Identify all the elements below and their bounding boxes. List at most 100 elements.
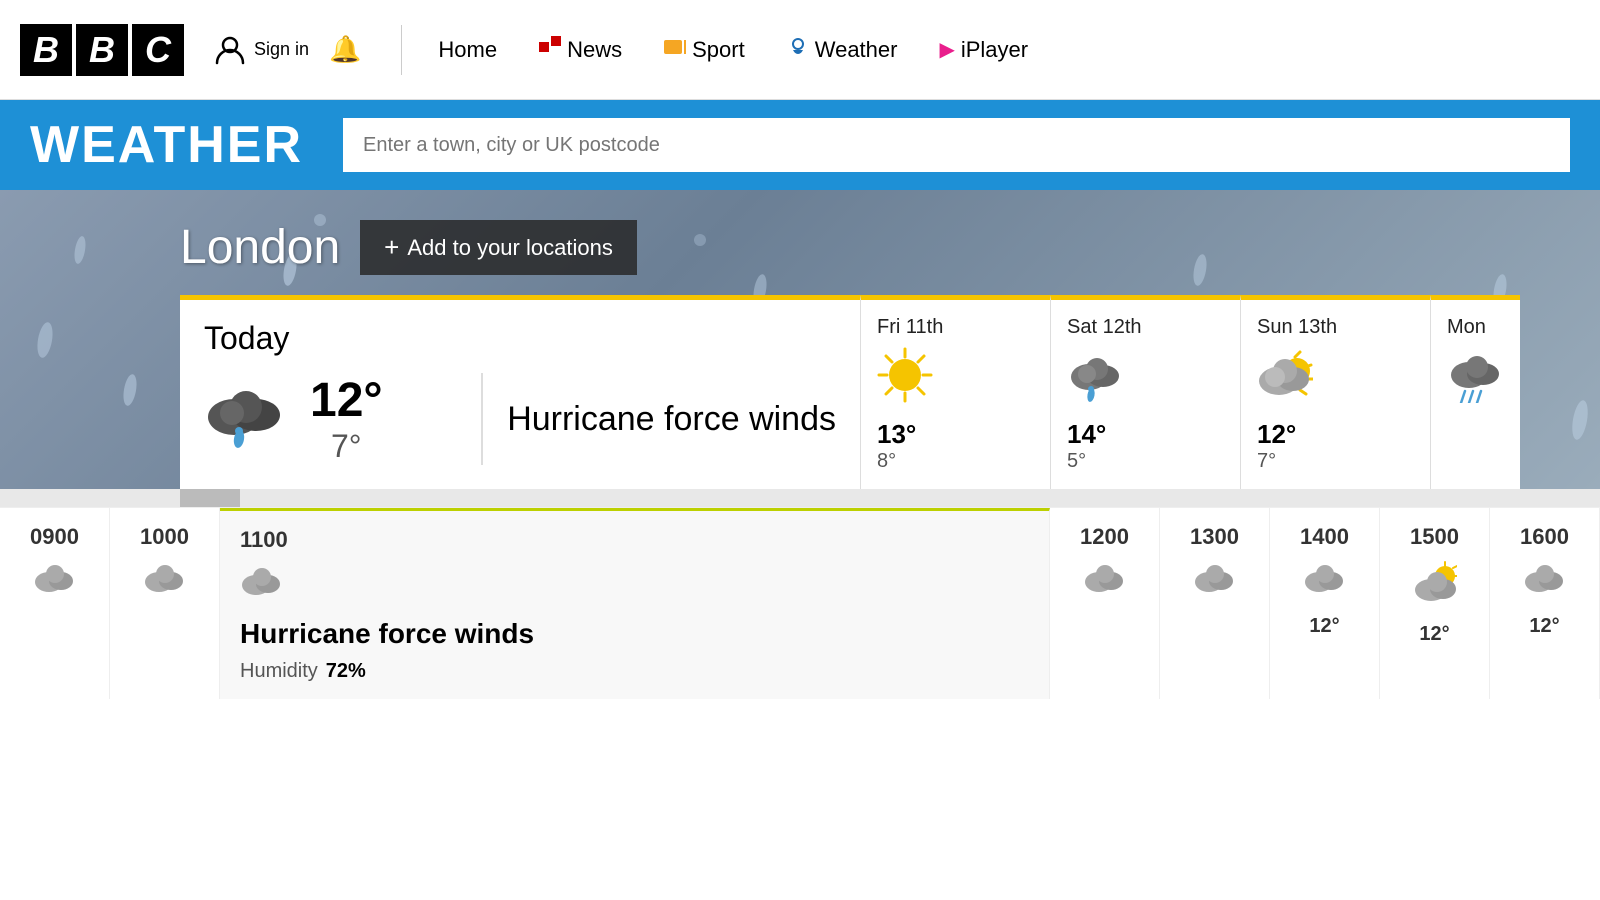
hour-1500: 1500 12°: [1380, 508, 1490, 699]
news-icon: [539, 36, 561, 64]
weather-nav-label: Weather: [815, 37, 898, 63]
hourly-section: 0900 1000 1100: [0, 507, 1600, 699]
bbc-c: C: [132, 24, 184, 76]
today-temp-block: 12° 7°: [310, 373, 383, 465]
main-nav: Home News Sport Weather ▶ iPla: [422, 36, 1044, 64]
day-card-sun: Sun 13th: [1240, 295, 1430, 489]
forecast-row: Today: [180, 295, 1580, 489]
person-icon: [214, 34, 246, 66]
icon-1100: [240, 563, 1029, 608]
weather-nav-icon: [787, 36, 809, 64]
sat-label: Sat 12th: [1067, 316, 1142, 339]
icon-1000: [143, 560, 187, 605]
today-card: Today: [180, 295, 860, 489]
nav-home[interactable]: Home: [422, 37, 513, 63]
sport-icon: [664, 36, 686, 64]
time-1600: 1600: [1520, 524, 1569, 550]
hour-1100: 1100 Hurricane force winds Humidity 72%: [220, 508, 1050, 699]
hour-1300: 1300: [1160, 508, 1270, 699]
icon-1200: [1083, 560, 1127, 605]
fri-temps: 13° 8°: [877, 419, 916, 473]
news-label: News: [567, 37, 622, 63]
fri-label: Fri 11th: [877, 316, 943, 339]
weather-banner: WEATHER: [0, 100, 1600, 190]
icon-1400: [1303, 560, 1347, 605]
location-name: London: [180, 220, 340, 275]
fri-low: 8°: [877, 450, 916, 473]
sat-high: 14°: [1067, 419, 1106, 450]
day-card-sat: Sat 12th 14° 5°: [1050, 295, 1240, 489]
scrollbar-thumb[interactable]: [180, 489, 240, 507]
day-forecast-cards: Fri 11th 13° 8: [860, 295, 1580, 489]
time-0900: 0900: [30, 524, 79, 550]
today-temp-low: 7°: [331, 428, 362, 465]
nav-news[interactable]: News: [523, 36, 638, 64]
mon-label: Mon: [1447, 316, 1504, 339]
today-weather-icon: [204, 379, 294, 460]
sport-label: Sport: [692, 37, 745, 63]
sun-label: Sun 13th: [1257, 316, 1337, 339]
time-1200: 1200: [1080, 524, 1129, 550]
temp-1500: 12°: [1419, 623, 1449, 646]
today-weather-info: 12° 7°: [204, 373, 483, 465]
day-card-fri: Fri 11th 13° 8: [860, 295, 1050, 489]
icon-1300: [1193, 560, 1237, 605]
hero-section: London + Add to your locations Today: [0, 190, 1600, 489]
bell-icon[interactable]: 🔔: [329, 34, 361, 65]
day-card-mon: Mon: [1430, 295, 1520, 489]
header: B B C Sign in 🔔 Home News Sport: [0, 0, 1600, 100]
temp-1600: 12°: [1529, 615, 1559, 638]
temp-1400: 12°: [1309, 615, 1339, 638]
add-location-label: Add to your locations: [407, 235, 612, 261]
sat-low: 5°: [1067, 450, 1106, 473]
hour-1000: 1000: [110, 508, 220, 699]
today-content: 12° 7° Hurricane force winds: [204, 373, 836, 465]
time-1100: 1100: [240, 527, 1029, 553]
sun-high: 12°: [1257, 419, 1296, 450]
time-1000: 1000: [140, 524, 189, 550]
hour-1600: 1600 12°: [1490, 508, 1600, 699]
hour-1100-condition: Hurricane force winds: [240, 618, 1029, 650]
fri-icon: [877, 347, 933, 411]
time-1400: 1400: [1300, 524, 1349, 550]
icon-1500: [1413, 560, 1457, 613]
time-1500: 1500: [1410, 524, 1459, 550]
bbc-b: B: [20, 24, 72, 76]
sun-temps: 12° 7°: [1257, 419, 1296, 473]
signin-label: Sign in: [254, 39, 309, 60]
icon-1600: [1523, 560, 1567, 605]
signin-button[interactable]: Sign in: [214, 34, 309, 66]
hour-1200: 1200: [1050, 508, 1160, 699]
weather-title: WEATHER: [30, 115, 303, 175]
today-condition: Hurricane force winds: [483, 400, 836, 439]
nav-divider: [401, 25, 402, 75]
add-location-button[interactable]: + Add to your locations: [360, 220, 637, 275]
nav-sport[interactable]: Sport: [648, 36, 761, 64]
today-temp-high: 12°: [310, 373, 383, 428]
hero-location-row: London + Add to your locations: [180, 220, 1580, 275]
hour-1400: 1400 12°: [1270, 508, 1380, 699]
iplayer-icon: ▶: [939, 37, 954, 62]
plus-icon: +: [384, 232, 399, 263]
hourly-row: 0900 1000 1100: [0, 507, 1600, 699]
fri-high: 13°: [877, 419, 916, 450]
horizontal-scrollbar[interactable]: [0, 489, 1600, 507]
icon-0900: [33, 560, 77, 605]
location-search[interactable]: [343, 118, 1570, 172]
bbc-b2: B: [76, 24, 128, 76]
iplayer-label: iPlayer: [961, 37, 1028, 63]
humidity-row: Humidity 72%: [240, 660, 1029, 683]
home-label: Home: [438, 37, 497, 63]
bbc-logo: B B C: [20, 24, 184, 76]
nav-iplayer[interactable]: ▶ iPlayer: [923, 37, 1044, 63]
mon-icon: [1447, 347, 1504, 411]
humidity-label: Humidity: [240, 660, 318, 683]
sun-icon: [1257, 347, 1313, 411]
sun-low: 7°: [1257, 450, 1296, 473]
hour-0900: 0900: [0, 508, 110, 699]
humidity-value: 72%: [326, 660, 366, 683]
sat-icon: [1067, 347, 1123, 411]
time-1300: 1300: [1190, 524, 1239, 550]
sat-temps: 14° 5°: [1067, 419, 1106, 473]
nav-weather[interactable]: Weather: [771, 36, 914, 64]
